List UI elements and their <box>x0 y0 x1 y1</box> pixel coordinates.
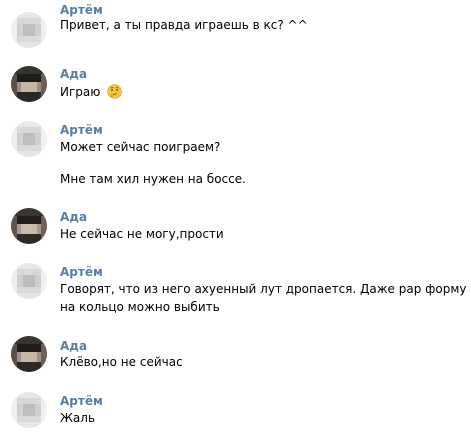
message-text: Говорят, что из него ахуенный лут дропае… <box>60 282 467 296</box>
message-author[interactable]: Артём <box>60 394 103 408</box>
chat-history: Артём Привет, а ты правда играешь в кс? … <box>0 0 471 442</box>
message-text: Жаль <box>60 411 96 425</box>
message-text-content: Играю <box>60 85 101 99</box>
message-author[interactable]: Артём <box>60 3 103 17</box>
thinking-face-icon <box>107 84 122 99</box>
avatar[interactable] <box>11 121 47 157</box>
message-text: Не сейчас не могу,прости <box>60 227 224 241</box>
avatar[interactable] <box>11 336 47 372</box>
message-text: на кольцо можно выбить <box>60 300 220 314</box>
avatar[interactable] <box>11 208 47 244</box>
message-author[interactable]: Ада <box>60 210 87 224</box>
avatar[interactable] <box>11 392 47 428</box>
avatar[interactable] <box>11 12 47 48</box>
message-text: Клёво,но не сейчас <box>60 355 183 369</box>
message-text: Может сейчас поиграем? <box>60 140 221 154</box>
message-text: Мне там хил нужен на боссе. <box>60 172 246 186</box>
message-text: Привет, а ты правда играешь в кс? ^^ <box>60 18 308 32</box>
avatar[interactable] <box>11 66 47 102</box>
message-text: Играю <box>60 84 122 100</box>
message-author[interactable]: Ада <box>60 339 87 353</box>
message-author[interactable]: Ада <box>60 67 87 81</box>
message-author[interactable]: Артём <box>60 123 103 137</box>
message-author[interactable]: Артём <box>60 265 103 279</box>
avatar[interactable] <box>11 263 47 299</box>
